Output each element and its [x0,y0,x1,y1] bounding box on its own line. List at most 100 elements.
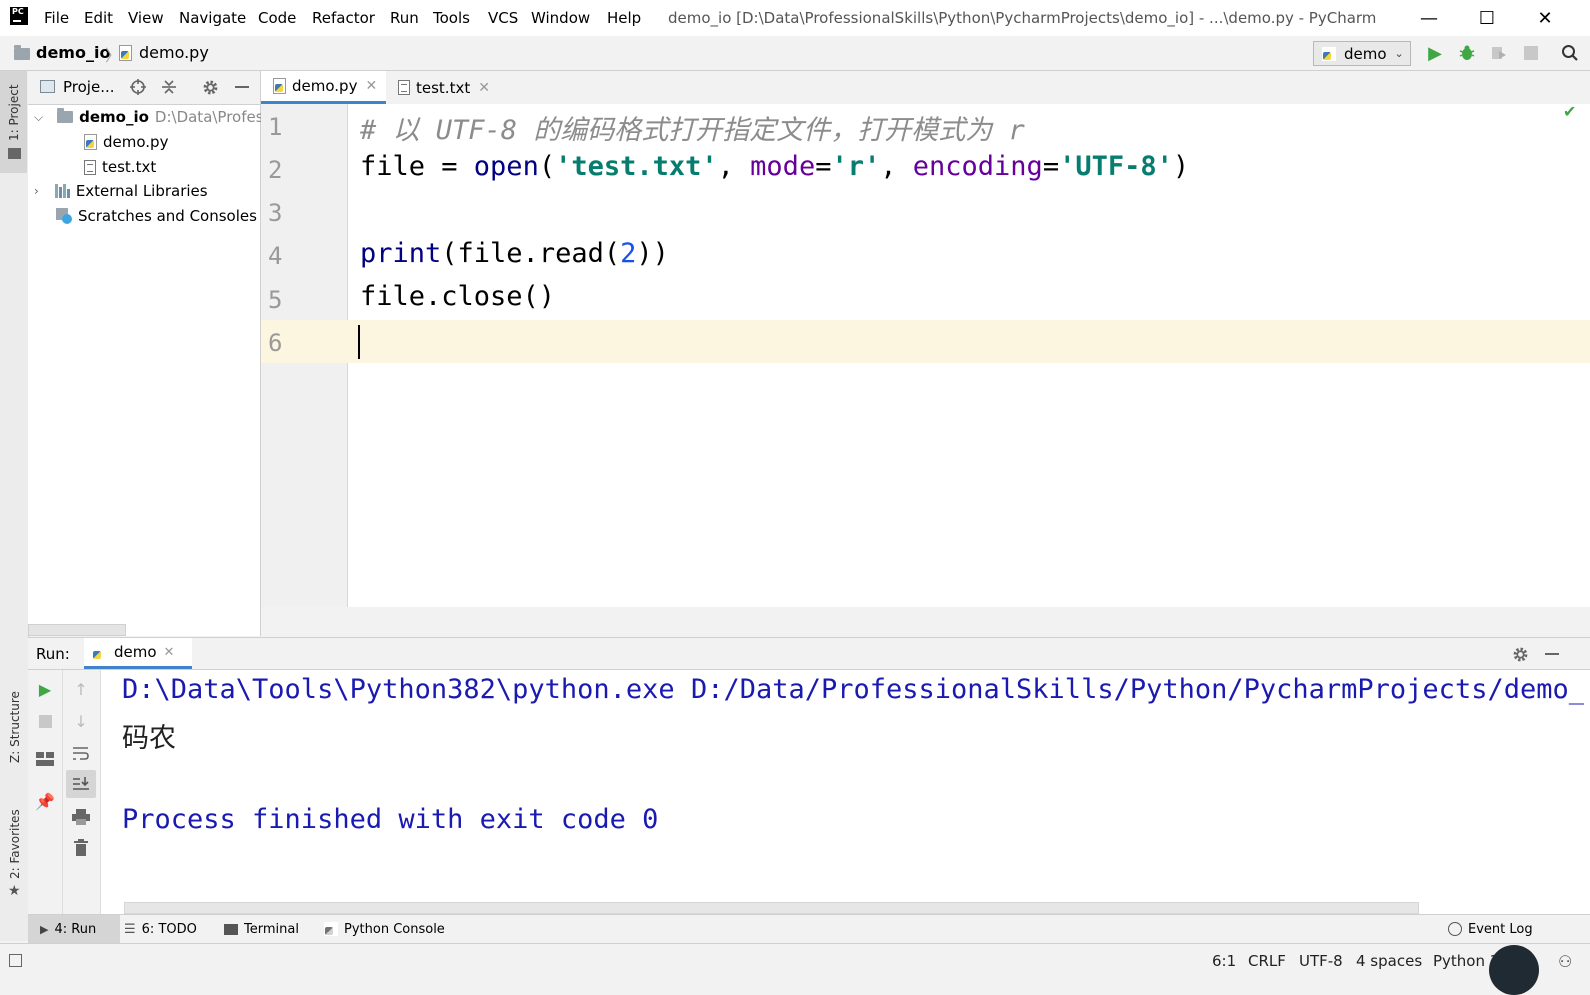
python-file-icon [273,78,286,94]
code-token: 'test.txt' [555,151,718,182]
tool-window-tabs: ▶ 4: Run ☰ 6: TODO Terminal Python Conso… [28,914,1590,943]
coverage-icon[interactable] [1488,43,1510,63]
hide-panel-icon[interactable] [1542,644,1562,664]
python-file-icon [84,134,97,150]
horizontal-scrollbar[interactable] [28,624,126,636]
run-icon[interactable]: ▶ [1424,43,1446,64]
locate-icon[interactable] [128,77,148,97]
code-token: 2 [620,238,637,269]
run-tab-demo[interactable]: demo ✕ [84,638,192,669]
status-line-separator[interactable]: CRLF [1248,952,1286,970]
close-icon[interactable]: ✕ [365,78,377,94]
console-line-command: D:\Data\Tools\Python382\python.exe D:/Da… [122,674,1584,705]
stop-icon[interactable] [1520,43,1542,63]
maximize-button[interactable]: ☐ [1458,0,1516,36]
code-token: , [880,151,913,182]
project-view-icon [40,80,55,93]
print-icon[interactable] [70,806,92,828]
tab-demo-py[interactable]: demo.py ✕ [261,71,386,104]
project-tool-button[interactable]: 1: Project [0,71,27,173]
code-line-2: file = open('test.txt', mode='r', encodi… [360,151,1189,182]
status-bar: 6:1 CRLF UTF-8 4 spaces Python 3 ⚇ [0,943,1590,995]
close-icon[interactable]: ✕ [164,645,175,660]
run-configuration-select[interactable]: demo ⌄ [1313,41,1411,66]
code-token: (file.read( [441,238,621,269]
search-icon[interactable] [1558,42,1582,64]
menu-help[interactable]: Help [607,9,641,27]
collapse-all-icon[interactable] [159,77,179,97]
code-token: mode [750,151,816,182]
navigation-bar: demo_io 〉 demo.py demo ⌄ ▶ [0,36,1590,71]
folder-icon [8,148,21,159]
menu-file[interactable]: File [44,9,69,27]
current-line-highlight [261,320,1590,363]
menu-run[interactable]: Run [390,9,419,27]
menu-edit[interactable]: Edit [84,9,113,27]
project-view-select[interactable]: Proje... [63,78,115,96]
line-number: 1 [268,113,283,141]
tool-tab-python-console[interactable]: Python Console [324,915,445,943]
tree-item-label: Scratches and Consoles [78,207,257,225]
gear-icon[interactable] [200,77,220,97]
event-log-icon [1448,922,1462,936]
status-caret-position[interactable]: 6:1 [1212,952,1236,970]
hide-panel-icon[interactable] [232,77,252,97]
status-encoding[interactable]: UTF-8 [1299,952,1343,970]
window-title: demo_io [D:\Data\ProfessionalSkills\Pyth… [668,9,1377,27]
tab-label: demo.py [292,77,358,95]
menu-vcs[interactable]: VCS [488,9,518,27]
code-token: open [473,151,539,182]
breadcrumb-file[interactable]: demo.py [139,43,209,62]
tool-tab-terminal[interactable]: Terminal [224,915,299,943]
toggle-tool-windows-icon[interactable] [9,954,22,967]
run-config-label: demo [1344,44,1387,63]
tree-item-label: demo.py [103,133,169,151]
tree-item-test-txt[interactable]: test.txt [84,158,156,176]
tool-tab-label: 4: Run [54,921,97,937]
gear-icon[interactable] [1510,644,1530,664]
arrow-up-icon[interactable]: ↑ [70,678,92,700]
tool-tab-label: Terminal [244,921,299,937]
console-output[interactable] [101,670,1590,914]
text-file-icon [84,159,96,175]
tab-test-txt[interactable]: test.txt ✕ [395,71,490,104]
inspector-icon[interactable]: ⚇ [1558,952,1572,971]
pin-icon[interactable]: 📌 [34,790,56,812]
rerun-icon[interactable]: ▶ [34,678,56,700]
close-button[interactable]: ✕ [1516,0,1574,36]
console-horizontal-scrollbar[interactable] [124,902,1419,914]
folder-icon [57,108,74,123]
menu-view[interactable]: View [128,9,164,27]
breadcrumb-project[interactable]: demo_io [36,43,110,62]
menu-refactor[interactable]: Refactor [312,9,375,27]
tool-tab-event-log[interactable]: Event Log [1448,915,1533,943]
code-token: ( [538,151,556,182]
tree-item-external-libraries[interactable]: › External Libraries [34,182,208,200]
run-tab-label: demo [114,643,157,661]
tool-tab-run[interactable]: ▶ 4: Run [28,915,120,943]
minimize-button[interactable]: — [1400,0,1458,36]
favorites-tool-button[interactable]: 2: Favorites [8,809,22,879]
arrow-down-icon[interactable]: ↓ [70,710,92,732]
tree-item-demo-py[interactable]: demo.py [84,133,168,151]
trash-icon[interactable] [70,836,92,858]
structure-tool-button[interactable]: Z: Structure [8,691,22,763]
menu-code[interactable]: Code [258,9,296,27]
scroll-to-end-icon[interactable] [66,770,96,798]
pycharm-logo-icon: PC [10,7,28,25]
menu-tools[interactable]: Tools [433,9,470,27]
tool-tab-todo[interactable]: ☰ 6: TODO [124,915,197,943]
console-line-output: 码农 [122,723,176,754]
tree-root-demo-io[interactable]: ⌵ demo_io D:\Data\ProfessionalSkills [34,108,267,126]
debug-icon[interactable] [1456,43,1478,63]
close-icon[interactable]: ✕ [478,80,490,96]
tree-item-scratches[interactable]: Scratches and Consoles [56,207,257,225]
stop-icon[interactable] [34,710,56,732]
menu-navigate[interactable]: Navigate [179,9,246,27]
soft-wrap-icon[interactable] [70,742,92,764]
menu-window[interactable]: Window [531,9,590,27]
line-number: 3 [268,199,283,227]
line-number: 6 [268,329,283,357]
layout-icon[interactable] [34,748,56,770]
status-indent[interactable]: 4 spaces [1356,952,1422,970]
